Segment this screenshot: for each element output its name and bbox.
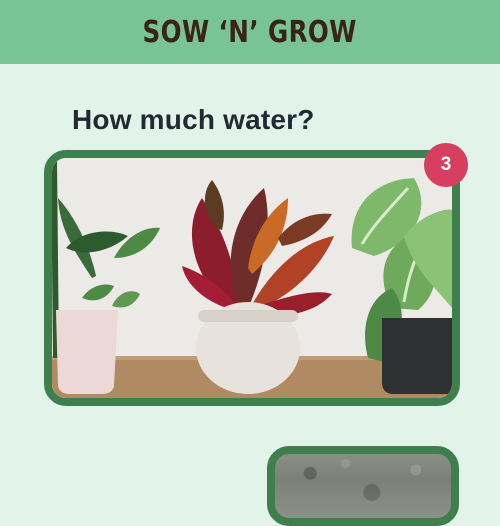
next-photo-card[interactable] [267,446,459,526]
plant-photo [52,158,452,398]
app-title: SOW ‘N’ GROW [142,14,358,50]
stone-texture-photo [275,454,451,518]
step-number-badge: 3 [424,143,468,187]
question-heading: How much water? [72,104,315,135]
plant-photo-card[interactable] [44,150,460,406]
header-bar: SOW ‘N’ GROW [0,0,500,64]
